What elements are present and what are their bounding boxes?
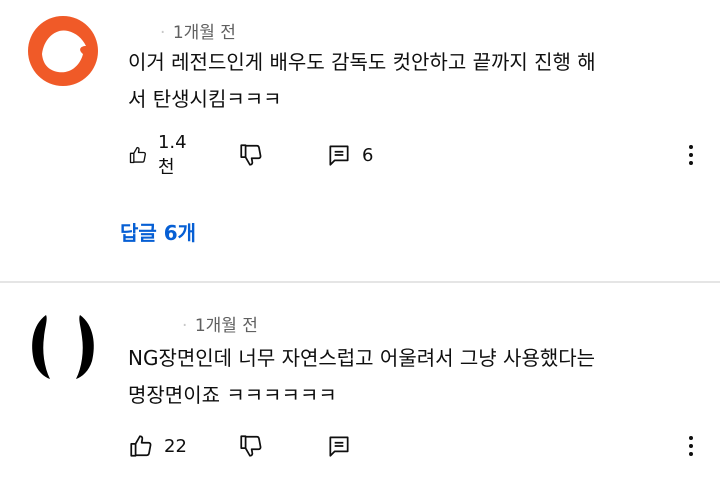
comment-1: · 1개월 전 이거 레전드인게 배우도 감독도 컷안하고 끝까지 진행 해 서… — [0, 0, 720, 282]
like-count: 1.4천 — [157, 131, 187, 178]
thumbs-up-icon — [129, 146, 146, 164]
more-vert-icon — [689, 436, 693, 440]
thumbs-down-icon — [240, 144, 262, 166]
avatar[interactable] — [28, 311, 98, 381]
reply-count: 6 — [362, 144, 374, 166]
avatar-image — [28, 311, 98, 381]
thumbs-up-icon — [130, 435, 152, 457]
avatar[interactable] — [28, 16, 98, 86]
comment-time[interactable]: 1개월 전 — [195, 316, 258, 336]
comment-text: 이거 레전드인게 배우도 감독도 컷안하고 끝까지 진행 해 서 탄생시킴ㅋㅋㅋ — [128, 50, 596, 111]
view-replies-link[interactable]: 답글 6개 — [120, 217, 196, 246]
more-options-button[interactable] — [686, 140, 696, 170]
comment-meta: · 1개월 전 — [160, 18, 236, 43]
comment-2: · 1개월 전 NG장면인데 너무 자연스럽고 어울려서 그냥 사용했다는 명장… — [0, 283, 720, 488]
reply-icon — [329, 145, 349, 166]
comment-time[interactable]: 1개월 전 — [173, 23, 236, 43]
dislike-button[interactable] — [238, 140, 264, 170]
like-button[interactable]: 22 — [128, 431, 187, 461]
comment-text: NG장면인데 너무 자연스럽고 어울려서 그냥 사용했다는 명장면이죠 ㅋㅋㅋㅋ… — [128, 346, 596, 407]
like-count: 22 — [164, 435, 187, 457]
dislike-button[interactable] — [238, 431, 264, 461]
thumbs-down-icon — [240, 435, 262, 457]
like-button[interactable]: 1.4천 — [128, 132, 193, 178]
comment-meta: · 1개월 전 — [182, 311, 258, 336]
reply-button[interactable] — [326, 431, 352, 461]
more-options-button[interactable] — [686, 431, 696, 461]
reply-icon — [329, 436, 349, 457]
author-handle-placeholder: · — [182, 316, 188, 336]
avatar-image — [28, 16, 98, 86]
author-handle-placeholder: · — [160, 23, 166, 43]
reply-button[interactable]: 6 — [326, 140, 373, 170]
more-vert-icon — [689, 145, 693, 149]
